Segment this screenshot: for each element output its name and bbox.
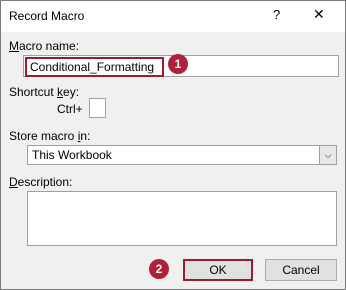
close-icon[interactable]: ✕ [313, 6, 325, 23]
dialog-title: Record Macro [9, 9, 85, 23]
ctrl-label: Ctrl+ [57, 102, 83, 116]
chevron-down-icon[interactable]: ⌵ [319, 146, 336, 164]
step-2-badge: 2 [149, 259, 169, 279]
help-icon[interactable]: ? [273, 7, 280, 22]
store-macro-value: This Workbook [32, 148, 112, 162]
description-textarea[interactable] [27, 191, 337, 246]
record-macro-dialog: Record Macro ? ✕ Macro name: Conditional… [0, 0, 346, 290]
store-macro-select[interactable]: This Workbook ⌵ [27, 145, 337, 165]
shortcut-key-input[interactable] [89, 98, 106, 118]
description-label: Description: [9, 175, 73, 189]
store-macro-label: Store macro in: [9, 129, 91, 143]
ok-button[interactable]: OK [183, 259, 253, 281]
cancel-button[interactable]: Cancel [265, 259, 337, 281]
shortcut-key-label: Shortcut key: [9, 85, 80, 99]
step-1-badge: 1 [168, 54, 188, 74]
macro-name-label: Macro name: [9, 39, 80, 53]
macro-name-value: Conditional_Formatting [25, 57, 164, 77]
title-bar: Record Macro ? ✕ [1, 1, 345, 32]
